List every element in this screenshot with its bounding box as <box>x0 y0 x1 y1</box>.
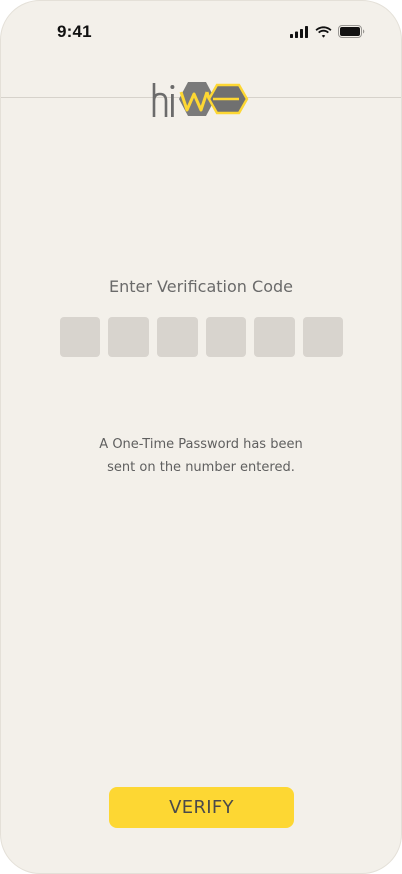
wifi-icon <box>315 25 332 38</box>
verify-button[interactable]: VERIFY <box>109 787 294 828</box>
otp-message-line-1: A One-Time Password has been <box>99 437 303 452</box>
battery-icon <box>338 25 365 38</box>
otp-digit-5[interactable] <box>254 317 295 357</box>
otp-digit-4[interactable] <box>206 317 246 357</box>
otp-message-line-2: sent on the number entered. <box>107 460 295 475</box>
verification-title: Enter Verification Code <box>109 277 293 296</box>
status-time: 9:41 <box>57 22 92 41</box>
otp-sent-message: A One-Time Password has been sent on the… <box>1 433 401 479</box>
status-bar: 9:41 <box>1 1 401 61</box>
phone-screen: 9:41 Enter Verification Code A One-Time … <box>0 0 402 874</box>
otp-digit-6[interactable] <box>303 317 343 357</box>
hiwe-logo <box>152 82 249 117</box>
otp-digit-2[interactable] <box>108 317 149 357</box>
signal-icon <box>290 25 308 38</box>
otp-input-group <box>60 317 343 357</box>
status-icons <box>290 25 365 38</box>
otp-digit-1[interactable] <box>60 317 100 357</box>
otp-digit-3[interactable] <box>157 317 198 357</box>
